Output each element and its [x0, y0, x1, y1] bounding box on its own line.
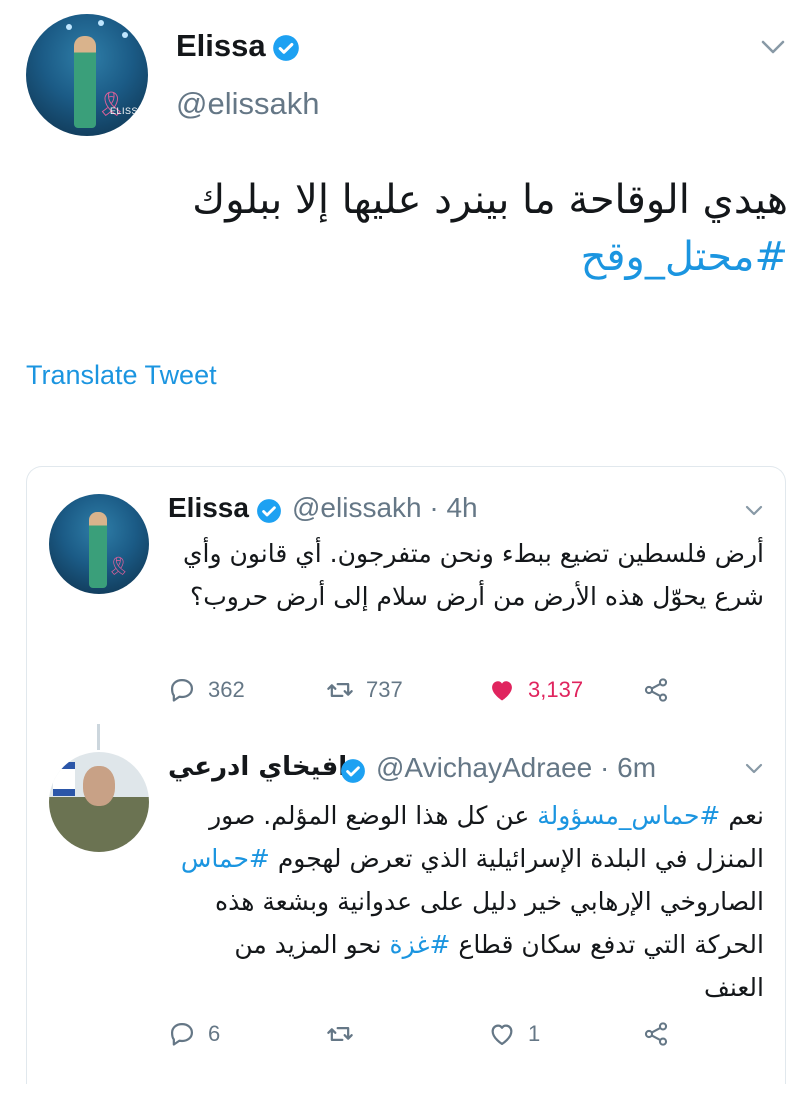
pink-ribbon-icon: 🎗 [107, 556, 130, 577]
verified-badge-icon [341, 759, 365, 783]
reply-count: 6 [208, 1021, 221, 1046]
verified-badge-icon [257, 499, 281, 523]
avatar-figure [89, 512, 107, 588]
retweet-icon [327, 683, 353, 697]
reply-icon [170, 1022, 194, 1046]
retweet-button[interactable]: 737 [326, 676, 403, 704]
share-icon [644, 1022, 668, 1046]
stage-light [98, 20, 104, 26]
chevron-down-icon[interactable] [744, 762, 764, 776]
retweet-count: 737 [366, 677, 403, 702]
tweet-text: نعم #حماس_مسؤولة عن كل هذا الوضع المؤلم.… [168, 794, 764, 1009]
avatar-elissa[interactable]: 🎗 ELISSA [26, 14, 148, 136]
author-name[interactable]: Elissa [168, 492, 249, 524]
like-button[interactable]: 1 [488, 1020, 540, 1048]
handle-timestamp[interactable]: @elissakh · 4h [292, 492, 478, 524]
hashtag-link[interactable]: #محتل_وقح [581, 234, 788, 280]
tweet-actions: 362 737 3,137 [168, 674, 688, 710]
share-icon [644, 678, 668, 702]
retweet-icon [327, 1027, 353, 1041]
reply-button[interactable]: 362 [168, 676, 245, 704]
author-handle[interactable]: @elissakh [176, 86, 319, 122]
stage-light [122, 32, 128, 38]
avatar-avichay[interactable] [49, 752, 149, 852]
text-segment: نعم [720, 801, 764, 830]
tweet-actions: 6 1 [168, 1018, 688, 1054]
author-name[interactable]: Elissa [176, 28, 266, 64]
stage-light [66, 24, 72, 30]
avatar-figure [74, 36, 96, 128]
translate-tweet-link[interactable]: Translate Tweet [26, 360, 217, 391]
reply-button[interactable]: 6 [168, 1020, 220, 1048]
chevron-down-icon[interactable] [744, 504, 764, 518]
chevron-down-icon[interactable] [760, 38, 786, 56]
tweet-text: هيدي الوقاحة ما بينرد عليها إلا ببلوك [192, 177, 788, 223]
hashtag-link[interactable]: #حماس [181, 844, 270, 873]
flag-image [53, 762, 75, 796]
retweet-button[interactable] [326, 1020, 366, 1048]
reply-count: 362 [208, 677, 245, 702]
share-button[interactable] [642, 676, 670, 704]
thread-connector [97, 724, 100, 750]
like-button[interactable]: 3,137 [488, 676, 583, 704]
like-count: 1 [528, 1021, 541, 1046]
avatar-caption: ELISSA [110, 106, 145, 116]
verified-badge-icon [273, 35, 299, 61]
like-count: 3,137 [528, 677, 584, 702]
heart-icon [492, 681, 512, 701]
author-name[interactable]: افيخاي ادرعي [168, 752, 347, 782]
heart-icon [491, 1024, 513, 1046]
hashtag-link[interactable]: #حماس_مسؤولة [537, 801, 720, 830]
handle-timestamp[interactable]: @AvichayAdraee · 6m [376, 752, 656, 784]
avatar-elissa-small[interactable]: 🎗 [49, 494, 149, 594]
tweet-text: أرض فلسطين تضيع ببطء ونحن متفرجون. أي قا… [182, 539, 764, 611]
hashtag-link[interactable]: #غزة [390, 930, 451, 959]
share-button[interactable] [642, 1020, 670, 1048]
avatar-head [83, 766, 115, 806]
reply-icon [170, 678, 194, 702]
